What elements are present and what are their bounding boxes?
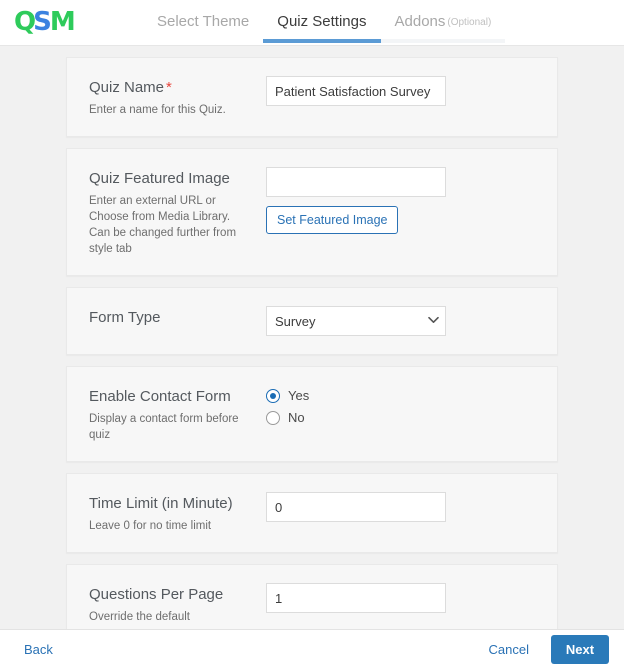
tab-addons[interactable]: Addons (Optional) [380, 0, 506, 46]
form-type-select-wrapper: Survey [266, 306, 446, 336]
time-limit-description: Leave 0 for no time limit [89, 520, 212, 532]
quiz-name-label: Quiz Name * [89, 78, 244, 97]
form-type-label-column: Form Type [89, 306, 244, 336]
logo-letter-q: Q [14, 7, 36, 37]
logo-letter-m: M [49, 7, 76, 37]
app-header: QSM Select Theme Quiz Settings Addons (Op… [0, 0, 624, 46]
questions-per-page-description: Override the default [89, 611, 191, 623]
field-card-quiz-name: Quiz Name * Enter a name for this Quiz. [66, 57, 558, 137]
tab-quiz-settings[interactable]: Quiz Settings [263, 0, 381, 46]
enable-contact-form-input-column: Yes No [244, 385, 537, 443]
enable-contact-form-label: Enable Contact Form [89, 388, 231, 405]
footer-right-actions: Cancel Next [489, 634, 609, 664]
featured-image-input-column: Set Featured Image [244, 167, 537, 257]
wizard-footer: Back Cancel Next [0, 629, 624, 668]
quiz-name-input-column [244, 76, 537, 118]
set-featured-image-button[interactable]: Set Featured Image [266, 206, 399, 234]
quiz-name-input[interactable] [266, 76, 446, 106]
time-limit-label-column: Time Limit (in Minute) Leave 0 for no ti… [89, 492, 244, 534]
questions-per-page-input-column [244, 583, 537, 625]
questions-per-page-label-column: Questions Per Page Override the default [89, 583, 244, 625]
radio-option-no[interactable]: No [266, 408, 537, 427]
form-type-select[interactable]: Survey [266, 306, 446, 336]
quiz-name-label-column: Quiz Name * Enter a name for this Quiz. [89, 76, 244, 118]
tab-select-theme-underline [143, 39, 263, 43]
radio-no-icon[interactable] [266, 410, 280, 425]
form-type-input-column: Survey [244, 306, 537, 336]
featured-image-url-input[interactable] [266, 167, 446, 197]
next-button[interactable]: Next [551, 634, 609, 664]
radio-yes-icon[interactable] [266, 388, 280, 403]
time-limit-input-column [244, 492, 537, 534]
featured-image-label-column: Quiz Featured Image Enter an external UR… [89, 167, 244, 257]
time-limit-label: Time Limit (in Minute) [89, 495, 233, 512]
tab-addons-optional-label: (Optional) [447, 17, 492, 28]
tab-addons-underline [380, 39, 506, 43]
radio-yes-label: Yes [288, 388, 310, 403]
settings-scroll-area[interactable]: Quiz Name* Enter a name for this Quiz. Q… [0, 46, 624, 629]
enable-contact-form-description: Display a contact form before quiz [89, 413, 239, 441]
radio-no-label: No [288, 410, 305, 425]
featured-image-label: Quiz Featured Image [89, 170, 230, 187]
back-button[interactable]: Back [24, 642, 53, 657]
form-type-label: Form Type [89, 309, 161, 326]
enable-contact-form-label-column: Enable Contact Form Display a contact fo… [89, 385, 244, 443]
cancel-button[interactable]: Cancel [489, 642, 529, 657]
tab-select-theme-label: Select Theme [157, 13, 250, 30]
tab-select-theme[interactable]: Select Theme [143, 0, 263, 46]
tab-addons-label: Addons [394, 13, 446, 30]
logo-letter-s: S [33, 7, 52, 37]
enable-contact-form-radio-group: Yes No [266, 385, 537, 427]
field-card-form-type: Form Type Survey [66, 287, 558, 355]
time-limit-input[interactable] [266, 492, 446, 522]
field-card-quiz-featured-image: Quiz Featured Image Enter an external UR… [66, 148, 558, 276]
wizard-tabs: Select Theme Quiz Settings Addons (Option… [143, 0, 506, 46]
tab-quiz-settings-label: Quiz Settings [277, 13, 367, 30]
quiz-name-label-text: Quiz Name [89, 79, 165, 96]
field-card-questions-per-page: Questions Per Page Override the default [66, 564, 558, 629]
field-card-time-limit: Time Limit (in Minute) Leave 0 for no ti… [66, 473, 558, 553]
quiz-name-description: Enter a name for this Quiz. [89, 104, 226, 116]
questions-per-page-input[interactable] [266, 583, 446, 613]
questions-per-page-label: Questions Per Page [89, 586, 224, 603]
field-card-enable-contact-form: Enable Contact Form Display a contact fo… [66, 366, 558, 462]
featured-image-description: Enter an external URL or Choose from Med… [89, 195, 237, 255]
radio-option-yes[interactable]: Yes [266, 386, 537, 405]
tab-quiz-settings-underline [263, 39, 381, 43]
required-asterisk-icon: * [166, 79, 172, 96]
qsm-logo: QSM [14, 7, 76, 37]
